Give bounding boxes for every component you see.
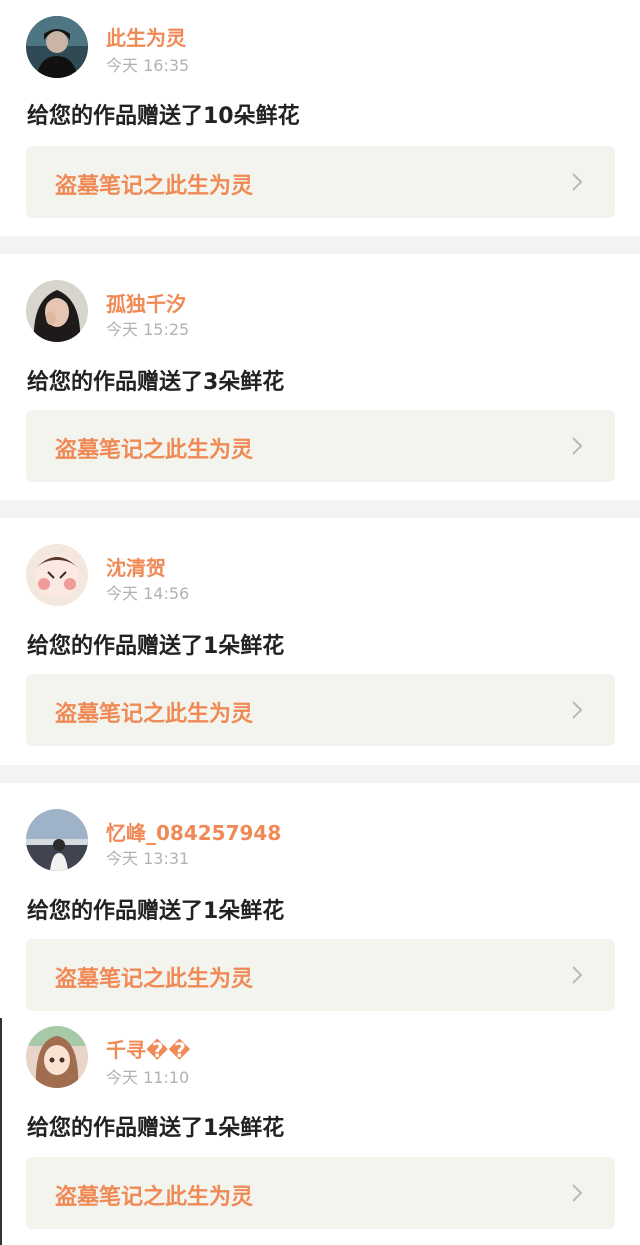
username[interactable]: 孤独千汐: [106, 288, 186, 317]
screenshot-edge-line: [0, 1018, 2, 1245]
username[interactable]: 忆峰_084257948: [106, 817, 281, 846]
timestamp: 今天 16:35: [106, 56, 190, 75]
user-avatar-icon[interactable]: [26, 544, 88, 606]
work-link-button[interactable]: 盗墓笔记之此生为灵: [26, 939, 615, 1011]
notification-card: 千寻�� 今天 11:10 给您的作品赠送了1朵鲜花 盗墓笔记之此生为灵: [0, 1018, 640, 1245]
notification-card: 沈清贺 今天 14:56 给您的作品赠送了1朵鲜花 盗墓笔记之此生为灵: [0, 518, 640, 765]
work-link-button[interactable]: 盗墓笔记之此生为灵: [26, 146, 615, 218]
work-title: 盗墓笔记之此生为灵: [55, 967, 254, 992]
divider: [0, 500, 640, 518]
chevron-right-icon: [567, 436, 587, 456]
chevron-right-icon: [567, 172, 587, 192]
user-avatar-icon[interactable]: [26, 16, 88, 78]
divider: [0, 236, 640, 254]
gift-message: 给您的作品赠送了1朵鲜花: [27, 899, 285, 924]
notification-card: 孤独千汐 今天 15:25 给您的作品赠送了3朵鲜花 盗墓笔记之此生为灵: [0, 254, 640, 500]
work-title: 盗墓笔记之此生为灵: [55, 702, 254, 727]
timestamp: 今天 15:25: [106, 320, 190, 339]
user-avatar-icon[interactable]: [26, 809, 88, 871]
chevron-right-icon: [567, 965, 587, 985]
chevron-right-icon: [567, 1183, 587, 1203]
timestamp: 今天 11:10: [106, 1068, 190, 1087]
username[interactable]: 千寻��: [106, 1034, 191, 1063]
divider: [0, 765, 640, 783]
gift-message: 给您的作品赠送了1朵鲜花: [27, 634, 285, 659]
work-title: 盗墓笔记之此生为灵: [55, 174, 254, 199]
work-link-button[interactable]: 盗墓笔记之此生为灵: [26, 1157, 615, 1229]
notification-card: 此生为灵 今天 16:35 给您的作品赠送了10朵鲜花 盗墓笔记之此生为灵: [0, 0, 640, 236]
gift-message: 给您的作品赠送了3朵鲜花: [27, 370, 285, 395]
timestamp: 今天 13:31: [106, 849, 190, 868]
username[interactable]: 此生为灵: [106, 22, 186, 51]
gift-message: 给您的作品赠送了1朵鲜花: [27, 1116, 285, 1141]
chevron-right-icon: [567, 700, 587, 720]
work-title: 盗墓笔记之此生为灵: [55, 438, 254, 463]
user-avatar-icon[interactable]: [26, 280, 88, 342]
work-title: 盗墓笔记之此生为灵: [55, 1185, 254, 1210]
gift-message: 给您的作品赠送了10朵鲜花: [27, 104, 300, 129]
work-link-button[interactable]: 盗墓笔记之此生为灵: [26, 674, 615, 746]
notification-card: 忆峰_084257948 今天 13:31 给您的作品赠送了1朵鲜花 盗墓笔记之…: [0, 783, 640, 1018]
timestamp: 今天 14:56: [106, 584, 190, 603]
work-link-button[interactable]: 盗墓笔记之此生为灵: [26, 410, 615, 482]
username[interactable]: 沈清贺: [106, 552, 166, 581]
user-avatar-icon[interactable]: [26, 1026, 88, 1088]
